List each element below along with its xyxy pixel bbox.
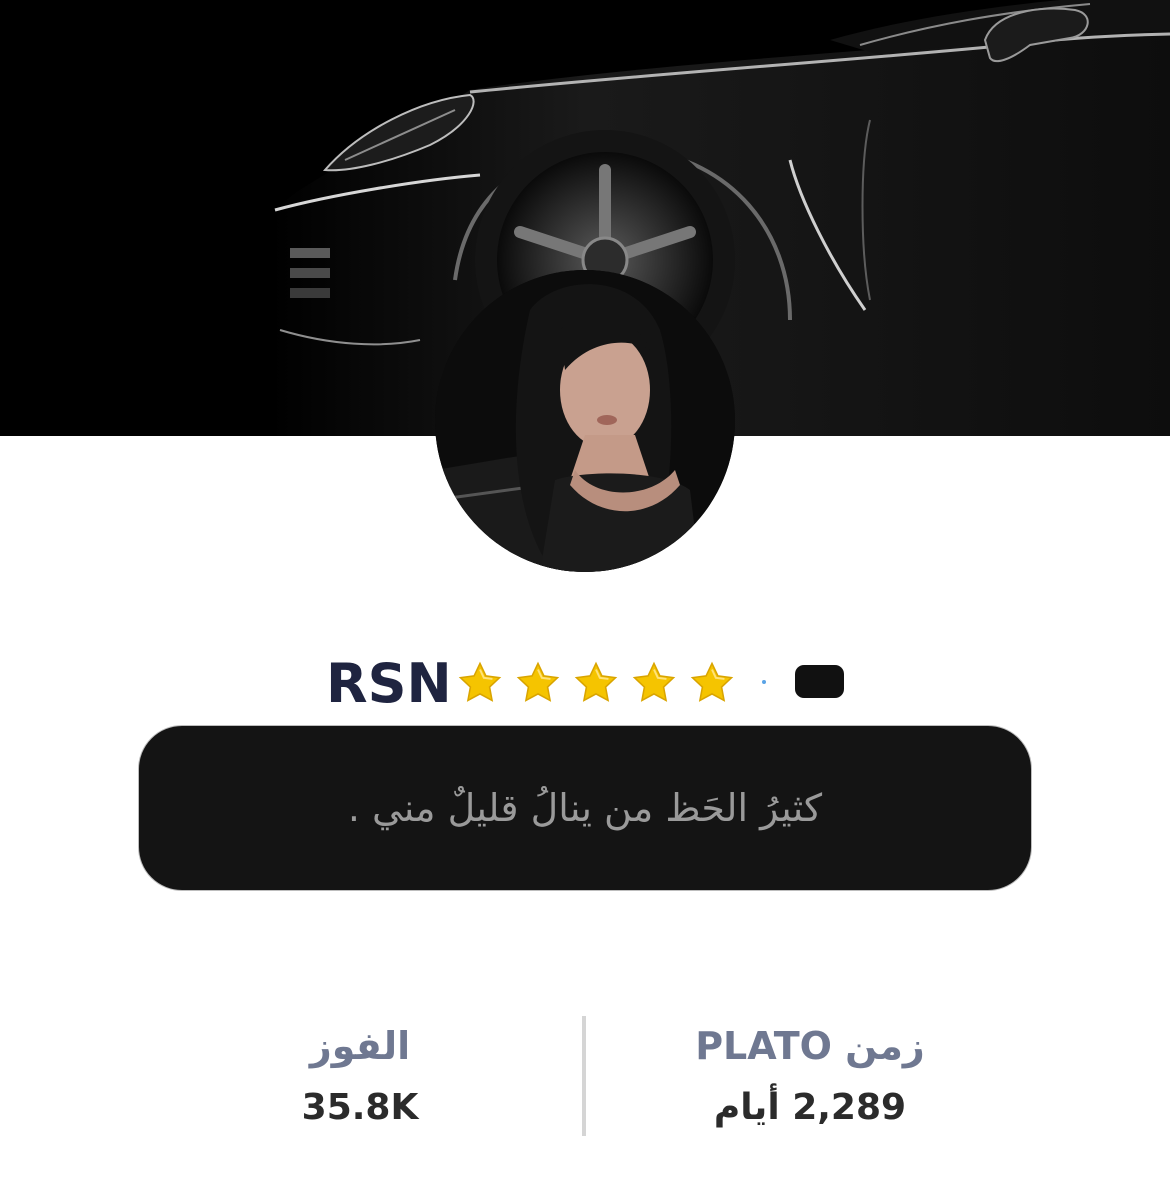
star-icon: [690, 661, 734, 702]
stats-divider: [582, 1016, 586, 1136]
plato-time-value: 2,289 أيام: [713, 1087, 907, 1128]
plato-time-label: زمن PLATO: [695, 1024, 925, 1068]
wins-stat[interactable]: الفوز 35.8K: [160, 1022, 560, 1132]
badge-icon[interactable]: [795, 665, 844, 698]
star-icon: [632, 661, 676, 702]
star-icon: [516, 661, 560, 702]
wins-label: الفوز: [309, 1024, 411, 1068]
separator-dot: [762, 680, 766, 684]
rating-stars: [457, 660, 735, 712]
bio-text: كثيرُ الحَظ من ينالُ قليلٌ مني .: [347, 786, 823, 830]
star-icon: [458, 661, 502, 702]
wins-value: 35.8K: [301, 1087, 419, 1128]
profile-avatar[interactable]: [435, 270, 735, 572]
plato-time-stat[interactable]: زمن PLATO 2,289 أيام: [610, 1022, 1010, 1132]
bio-box: كثيرُ الحَظ من ينالُ قليلٌ مني .: [138, 725, 1032, 891]
username: RSN: [326, 652, 452, 715]
star-icon: [574, 661, 618, 702]
profile-name-row: RSN: [0, 650, 1170, 720]
avatar-photo: [435, 270, 735, 572]
